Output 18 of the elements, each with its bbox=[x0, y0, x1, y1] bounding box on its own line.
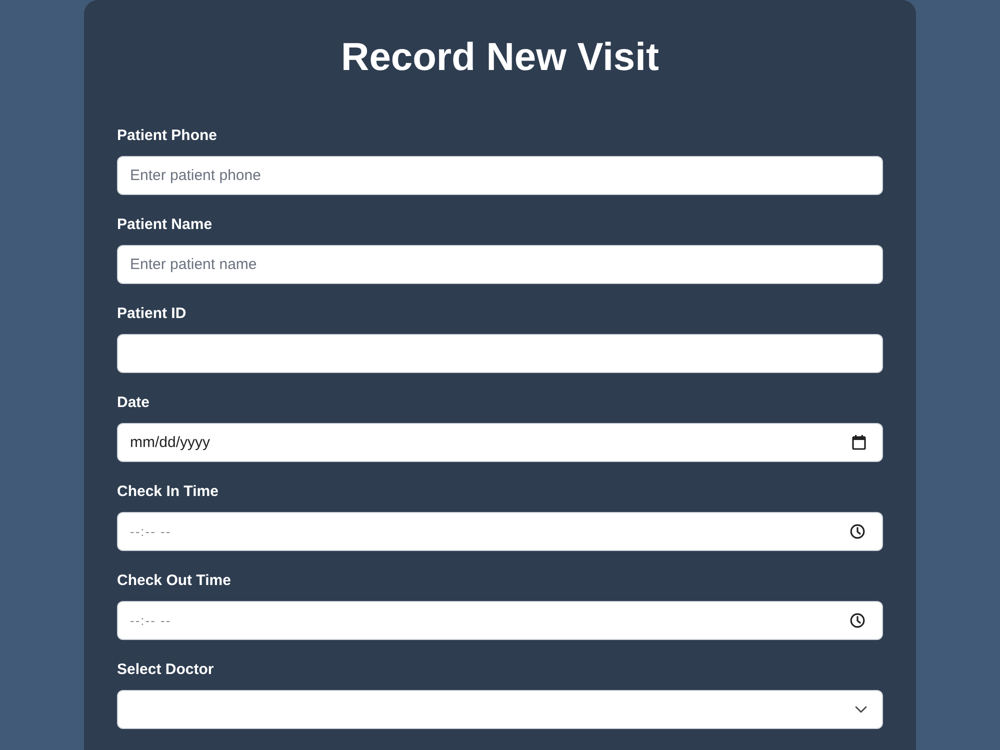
chevron-down-icon[interactable] bbox=[855, 706, 867, 713]
text-field[interactable]: Enter patient name bbox=[117, 245, 883, 284]
date-field[interactable]: mm/dd/yyyy bbox=[117, 423, 883, 462]
text-field[interactable] bbox=[117, 334, 883, 373]
form-title: Record New Visit bbox=[340, 35, 660, 81]
clock-icon[interactable] bbox=[850, 613, 865, 628]
field-label: Patient Name bbox=[117, 215, 214, 235]
calendar-icon[interactable] bbox=[852, 435, 866, 450]
field-label: Patient Phone bbox=[117, 126, 218, 146]
field-label: Patient ID bbox=[117, 304, 188, 324]
clock-icon[interactable] bbox=[850, 524, 865, 539]
field-label: Date bbox=[117, 393, 151, 413]
time-field[interactable]: --:-- -- bbox=[117, 512, 883, 551]
time-field[interactable]: --:-- -- bbox=[117, 601, 883, 640]
field-label: Check In Time bbox=[117, 482, 220, 502]
text-field[interactable]: Enter patient phone bbox=[117, 156, 883, 195]
field-label: Check Out Time bbox=[117, 571, 232, 591]
field-label: Select Doctor bbox=[117, 660, 215, 680]
